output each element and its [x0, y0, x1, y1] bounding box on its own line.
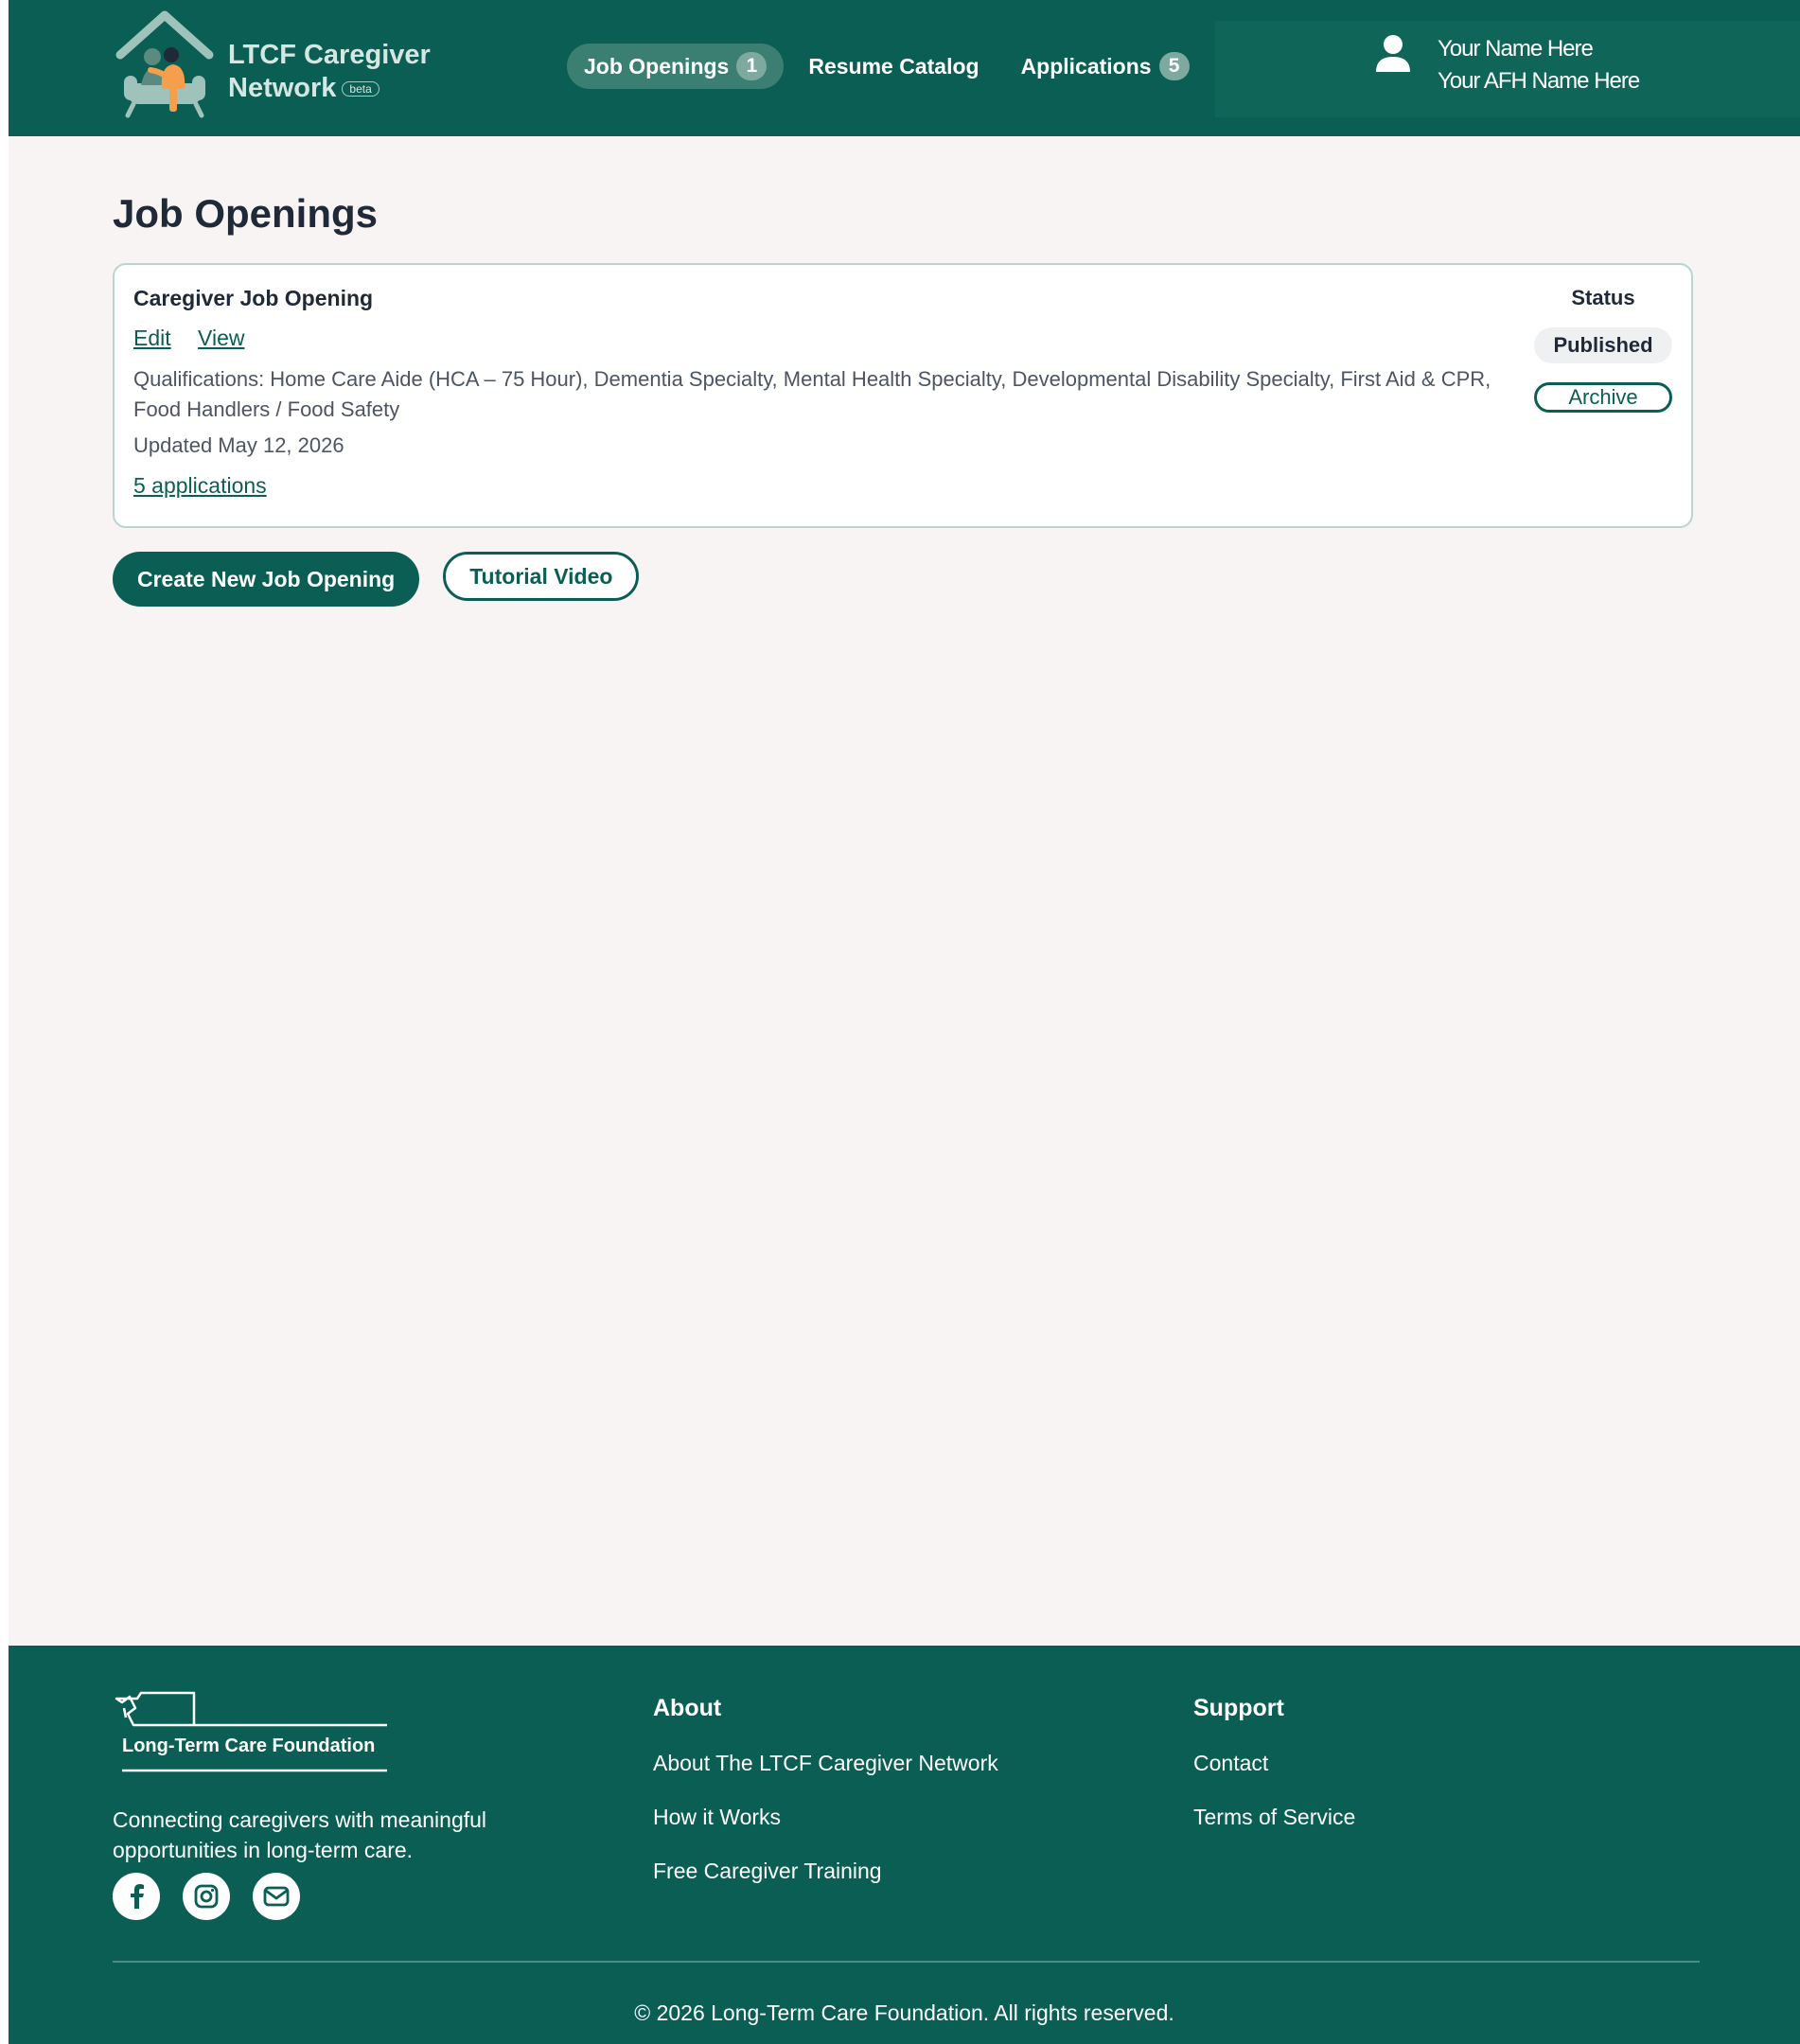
footer-link-free-training[interactable]: Free Caregiver Training — [653, 1856, 998, 1886]
brand-line1: LTCF Caregiver — [228, 39, 431, 70]
main-content: Job Openings Caregiver Job Opening Edit … — [9, 136, 1800, 1646]
main-nav: Job Openings 1 Resume Catalog Applicatio… — [567, 44, 1214, 89]
social-links — [113, 1873, 323, 1920]
footer-support-heading: Support — [1193, 1695, 1284, 1721]
footer-support-column: Support Contact Terms of Service — [1193, 1693, 1355, 1832]
status-badge: Published — [1534, 327, 1672, 363]
washington-state-icon — [115, 1691, 196, 1727]
footer-about-column: About About The LTCF Caregiver Network H… — [653, 1693, 998, 1886]
brand-logo[interactable]: LTCF Caregiver Network beta — [113, 9, 431, 118]
user-name: Your Name Here — [1438, 36, 1594, 62]
copyright-text: © 2026 Long-Term Care Foundation. All ri… — [634, 2000, 1174, 2025]
footer-link-contact[interactable]: Contact — [1193, 1748, 1355, 1778]
footer-about-heading: About — [653, 1695, 722, 1721]
job-updated-date: Updated May 12, 2026 — [133, 433, 344, 457]
foundation-logo[interactable]: Long-Term Care Foundation — [113, 1691, 387, 1776]
top-header: LTCF Caregiver Network beta Job Openings … — [9, 0, 1800, 136]
house-logo-icon — [115, 10, 214, 118]
app-frame: LTCF Caregiver Network beta Job Openings … — [9, 0, 1800, 2044]
action-buttons: Create New Job Opening Tutorial Video — [113, 552, 1696, 607]
nav-resume-catalog[interactable]: Resume Catalog — [791, 44, 996, 89]
tutorial-video-button[interactable]: Tutorial Video — [443, 552, 640, 601]
status-label: Status — [1571, 286, 1635, 309]
nav-job-openings-label: Job Openings — [584, 53, 730, 79]
site-footer: Long-Term Care Foundation Connecting car… — [9, 1646, 1800, 2044]
job-opening-card: Caregiver Job Opening Edit View Qualific… — [113, 263, 1693, 528]
status-column: Status Published Archive — [1534, 286, 1672, 413]
footer-link-terms[interactable]: Terms of Service — [1193, 1802, 1355, 1832]
applications-link[interactable]: 5 applications — [133, 473, 267, 499]
beta-badge: beta — [342, 80, 379, 97]
page-title: Job Openings — [113, 191, 379, 236]
brand-line2: Network beta — [228, 72, 431, 105]
create-job-opening-button[interactable]: Create New Job Opening — [113, 552, 420, 607]
footer-tagline: Connecting caregivers with meaningful op… — [113, 1807, 487, 1862]
user-menu[interactable]: Your Name Here Your AFH Name Here — [1215, 21, 1800, 117]
email-icon[interactable] — [253, 1873, 300, 1920]
user-icon — [1376, 35, 1410, 72]
footer-link-how-it-works[interactable]: How it Works — [653, 1802, 998, 1832]
instagram-icon[interactable] — [183, 1873, 230, 1920]
brand-name: LTCF Caregiver Network beta — [228, 39, 431, 105]
job-title: Caregiver Job Opening — [133, 286, 374, 310]
nav-applications-label: Applications — [1020, 53, 1152, 79]
view-link[interactable]: View — [198, 326, 244, 350]
job-openings-count-badge: 1 — [736, 52, 768, 80]
nav-resume-catalog-label: Resume Catalog — [808, 53, 979, 79]
foundation-logo-text: Long-Term Care Foundation — [122, 1736, 375, 1756]
footer-divider — [113, 1961, 1700, 1963]
applications-count-badge: 5 — [1158, 52, 1190, 80]
facebook-icon[interactable] — [113, 1873, 160, 1920]
nav-applications[interactable]: Applications 5 — [1004, 44, 1207, 89]
job-qualifications: Qualifications: Home Care Aide (HCA – 75… — [133, 367, 1491, 421]
footer-link-about[interactable]: About The LTCF Caregiver Network — [653, 1748, 998, 1778]
job-actions: Edit View — [133, 326, 265, 351]
edit-link[interactable]: Edit — [133, 326, 171, 350]
nav-job-openings[interactable]: Job Openings 1 — [567, 44, 785, 89]
brand-line2-text: Network — [228, 72, 337, 103]
archive-button[interactable]: Archive — [1534, 382, 1672, 413]
user-org-name: Your AFH Name Here — [1438, 68, 1640, 94]
